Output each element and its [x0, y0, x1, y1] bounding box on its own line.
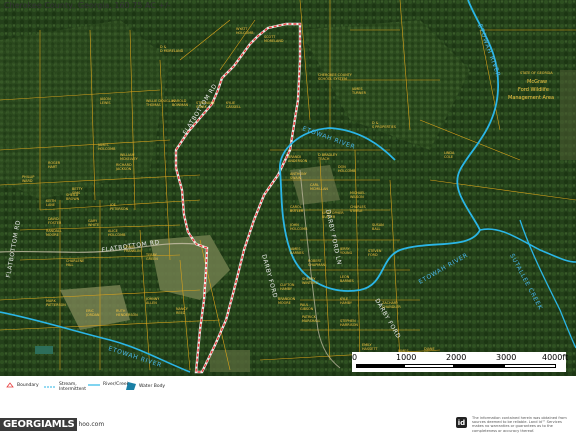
brand-name: GEORGIAMLS: [0, 417, 78, 431]
stream-swatch-icon: [44, 386, 56, 388]
parcel-owner-label: HAROLD BOWMAN: [172, 99, 189, 107]
scale-segment-1: [356, 364, 404, 368]
water-body-swatch-icon: [126, 382, 136, 390]
parcel-owner-label: MICHAEL WILSON: [350, 191, 365, 199]
legend-stream: Stream, Intermittent: [44, 382, 89, 392]
scale-tick-2000: 2000: [446, 353, 467, 362]
state-label: STATE OF GEORGIA: [520, 71, 553, 75]
parcel-owner-label: TERRY GREEN: [145, 253, 158, 261]
boundary-swatch-icon: [6, 382, 14, 388]
brand-logo: GEORGIAMLS hoo.com: [0, 416, 104, 432]
page-title: Cherokee County, Georgia, 160.75 AC +/-: [4, 1, 171, 10]
scale-segment-4: [504, 364, 556, 368]
legend-water: Water Body: [126, 382, 165, 390]
scale-tick-4000: 4000ft: [542, 353, 569, 362]
parcel-owner-label: SHERRY WINTERS: [302, 277, 318, 285]
legend-water-label: Water Body: [139, 383, 166, 389]
east-clearing: [560, 70, 576, 160]
parcel-owner-label: KEITH LANE: [46, 199, 56, 207]
pond: [35, 346, 53, 354]
scale-bar: 0 1000 2000 3000 4000ft: [352, 352, 569, 372]
scale-tick-0: 0: [352, 353, 358, 362]
parcel-owner-label: RICHARD JACKSON: [115, 163, 132, 171]
map-page: FLATBOTTOM RD FLATBOTTOM RD FLATBOTTOM R…: [0, 0, 576, 433]
legend-boundary-label: Boundary: [17, 382, 39, 388]
wma-label-line3: Management Area: [508, 95, 554, 101]
land-id-logo-icon: id: [456, 417, 467, 428]
scale-tick-3000: 3000: [496, 353, 517, 362]
disclaimer: The information contained herein was obt…: [472, 416, 567, 433]
scale-tick-1000: 1000: [396, 353, 417, 362]
parcel-owner-label: JASON LEWIS: [99, 97, 111, 105]
legend-river: River/Creek: [88, 382, 129, 387]
wma-label-line1: McGraw: [527, 79, 547, 85]
scale-segment-2: [404, 364, 454, 368]
legend-boundary: Boundary: [6, 382, 39, 388]
river-swatch-icon: [88, 383, 100, 386]
satellite-map[interactable]: FLATBOTTOM RD FLATBOTTOM RD FLATBOTTOM R…: [0, 0, 576, 376]
legend-stream-label: Stream, Intermittent: [59, 382, 87, 392]
wma-label-line2: Ford Wildlife: [518, 87, 549, 93]
scale-segment-3: [454, 364, 504, 368]
brand-url: hoo.com: [78, 420, 105, 428]
